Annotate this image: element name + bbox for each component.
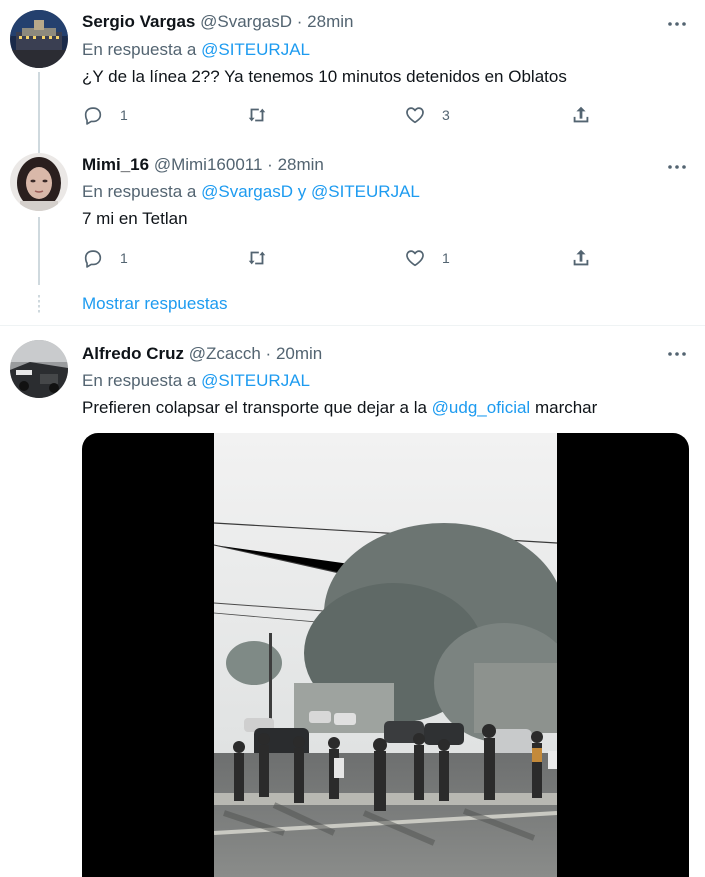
reply-icon bbox=[84, 250, 102, 268]
reply-button[interactable]: 1 bbox=[82, 103, 128, 127]
tweet-header: Mimi_16 @Mimi160011 · 28min bbox=[82, 155, 324, 175]
reply-context: En respuesta a @SITEURJAL bbox=[82, 40, 310, 60]
tweet-sergio-vargas[interactable]: Sergio Vargas @SvargasD · 28min En respu… bbox=[0, 0, 705, 150]
reply-prefix: En respuesta a bbox=[82, 182, 197, 201]
tweet-text: Prefieren colapsar el transporte que dej… bbox=[82, 398, 597, 418]
user-handle[interactable]: @Zcacch bbox=[189, 344, 261, 363]
thread-connector bbox=[38, 72, 40, 150]
timestamp[interactable]: 28min bbox=[307, 12, 353, 31]
tweet-text-start: Prefieren colapsar el transporte que dej… bbox=[82, 398, 427, 417]
reply-prefix: En respuesta a bbox=[82, 40, 197, 59]
reply-prefix: En respuesta a bbox=[82, 371, 197, 390]
mention-link[interactable]: @SITEURJAL bbox=[201, 40, 310, 59]
share-icon bbox=[573, 106, 589, 123]
tweet-text: ¿Y de la línea 2?? Ya tenemos 10 minutos… bbox=[82, 67, 567, 86]
action-bar: 1 3 bbox=[82, 103, 592, 127]
avatar[interactable] bbox=[10, 340, 68, 398]
reply-context: En respuesta a @SITEURJAL bbox=[82, 371, 310, 391]
retweet-icon bbox=[248, 108, 266, 122]
avatar[interactable] bbox=[10, 153, 68, 211]
separator: · bbox=[265, 344, 272, 363]
show-replies-link[interactable]: Mostrar respuestas bbox=[82, 294, 228, 314]
reply-context: En respuesta a @SvargasD y @SITEURJAL bbox=[82, 182, 420, 202]
thread-connector bbox=[38, 217, 40, 285]
avatar[interactable] bbox=[10, 10, 68, 68]
like-count: 1 bbox=[442, 250, 450, 266]
separator: · bbox=[296, 12, 303, 31]
more-icon[interactable] bbox=[667, 157, 687, 177]
reply-count: 1 bbox=[120, 250, 128, 266]
mention-link[interactable]: @SvargasD bbox=[201, 182, 293, 201]
mention-link[interactable]: @SITEURJAL bbox=[311, 182, 420, 201]
like-button[interactable]: 1 bbox=[404, 246, 450, 270]
mention-link[interactable]: @SITEURJAL bbox=[201, 371, 310, 390]
video-frame bbox=[213, 433, 574, 877]
action-bar: 1 1 bbox=[82, 246, 592, 270]
tweet-header: Alfredo Cruz @Zcacch · 20min bbox=[82, 344, 322, 364]
retweet-icon bbox=[248, 251, 266, 265]
thread-connector bbox=[38, 145, 40, 153]
user-handle[interactable]: @Mimi160011 bbox=[154, 155, 263, 174]
share-button[interactable] bbox=[570, 103, 592, 127]
like-count: 3 bbox=[442, 107, 450, 123]
tweet-text-end: marchar bbox=[534, 398, 598, 417]
more-icon[interactable] bbox=[667, 344, 687, 364]
display-name[interactable]: Alfredo Cruz bbox=[82, 344, 184, 363]
timestamp[interactable]: 20min bbox=[276, 344, 322, 363]
like-icon bbox=[406, 250, 424, 267]
share-icon bbox=[573, 249, 589, 266]
like-icon bbox=[406, 107, 424, 124]
like-button[interactable]: 3 bbox=[404, 103, 450, 127]
tweet-header: Sergio Vargas @SvargasD · 28min bbox=[82, 12, 353, 32]
timestamp[interactable]: 28min bbox=[278, 155, 324, 174]
display-name[interactable]: Sergio Vargas bbox=[82, 12, 195, 31]
tweet-text: 7 mi en Tetlan bbox=[82, 209, 188, 228]
mention-joiner: y bbox=[297, 182, 307, 201]
tweet-media-video[interactable] bbox=[82, 433, 689, 877]
reply-icon bbox=[84, 107, 102, 125]
share-button[interactable] bbox=[570, 246, 592, 270]
user-handle[interactable]: @SvargasD bbox=[200, 12, 292, 31]
mention-link[interactable]: @udg_oficial bbox=[432, 398, 531, 417]
retweet-button[interactable] bbox=[246, 246, 284, 270]
reply-button[interactable]: 1 bbox=[82, 246, 128, 270]
more-icon[interactable] bbox=[667, 14, 687, 34]
retweet-button[interactable] bbox=[246, 103, 284, 127]
display-name[interactable]: Mimi_16 bbox=[82, 155, 149, 174]
thread-dots bbox=[38, 295, 40, 315]
reply-count: 1 bbox=[120, 107, 128, 123]
separator: · bbox=[267, 155, 273, 174]
